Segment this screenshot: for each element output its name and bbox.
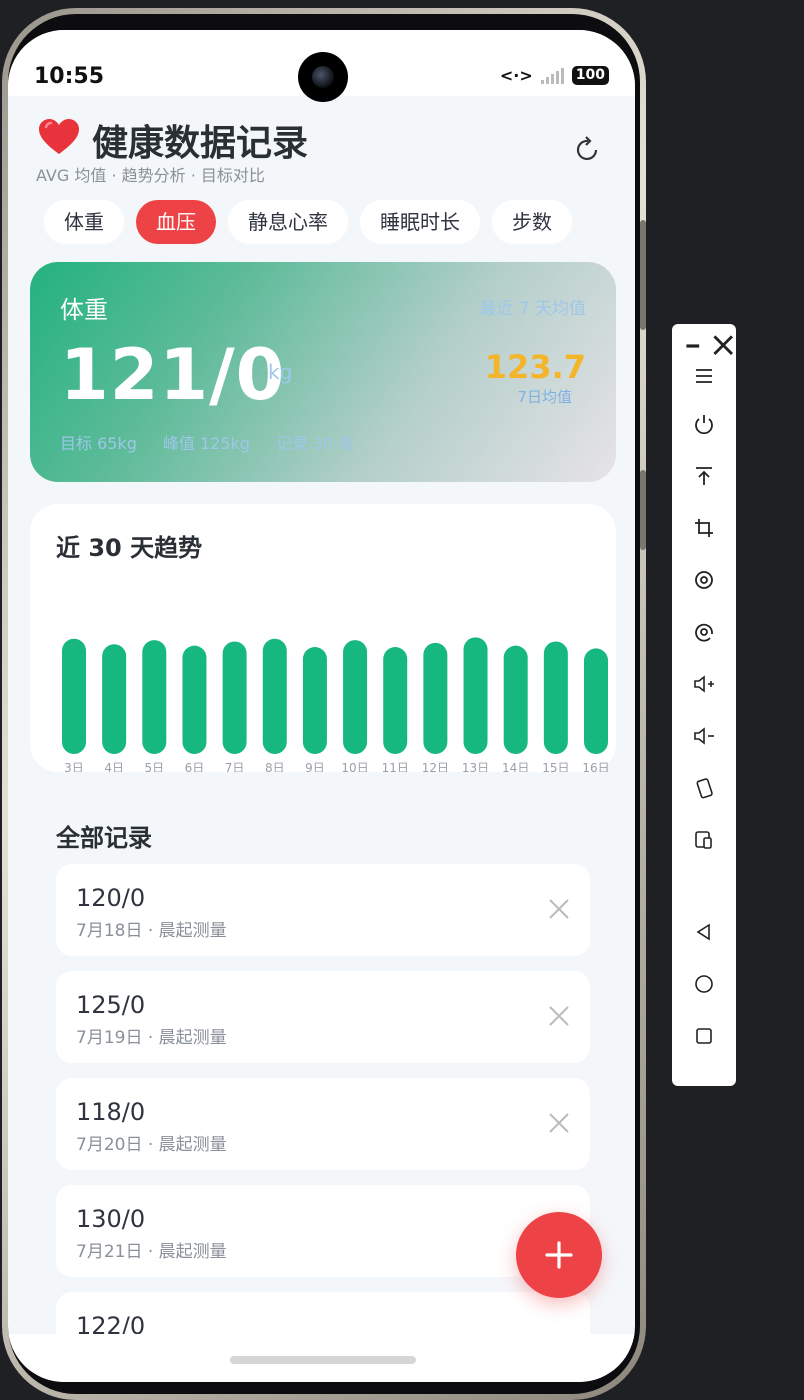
trend-bar xyxy=(463,637,488,754)
trend-x-label: 7日 xyxy=(225,761,245,772)
trend-bar xyxy=(584,648,608,754)
tab-weight[interactable]: 体重 xyxy=(44,200,124,244)
home-icon[interactable] xyxy=(688,968,720,1000)
volume-up-icon[interactable] xyxy=(688,668,720,700)
trend-x-label: 5日 xyxy=(144,761,164,772)
record-date: 7月20日 · 晨起测量 xyxy=(76,1135,227,1155)
tab-sleep-duration[interactable]: 睡眠时长 xyxy=(360,200,480,244)
status-bar: 10:55 <·> 100 xyxy=(8,30,635,102)
back-icon[interactable] xyxy=(688,916,720,948)
add-record-button[interactable] xyxy=(516,1212,602,1298)
summary-target: 目标 65kg xyxy=(60,434,137,453)
summary-avg-label: 7日均值 xyxy=(517,388,572,406)
trend-bar xyxy=(343,640,368,754)
trend-x-label: 3日 xyxy=(64,761,84,772)
record-item[interactable]: 120/0 7月18日 · 晨起测量 xyxy=(56,864,590,956)
heart-icon xyxy=(39,119,79,154)
trend-x-label: 6日 xyxy=(185,761,205,772)
screenshot-icon[interactable] xyxy=(688,616,720,648)
summary-meta: 目标 65kg 峰值 125kg 记录 30 条 xyxy=(60,430,354,454)
trend-bar xyxy=(383,647,408,754)
record-value: 130/0 xyxy=(76,1205,146,1233)
trend-bar xyxy=(423,642,448,754)
status-icons: <·> 100 xyxy=(500,66,609,85)
tab-resting-heart-rate[interactable]: 静息心率 xyxy=(228,200,348,244)
volume-button xyxy=(640,220,646,330)
battery-indicator: 100 xyxy=(571,66,609,85)
power-icon[interactable] xyxy=(688,408,720,440)
home-indicator[interactable] xyxy=(230,1356,416,1364)
record-value: 125/0 xyxy=(76,991,146,1019)
volume-down-icon[interactable] xyxy=(688,720,720,752)
metric-tabs: 体重 血压 静息心率 睡眠时长 步数 xyxy=(44,200,572,244)
recents-icon[interactable] xyxy=(688,1020,720,1052)
trend-bar xyxy=(222,641,247,754)
trend-bar xyxy=(62,638,86,754)
summary-count: 记录 30 条 xyxy=(275,434,355,453)
trend-bar xyxy=(543,641,568,754)
records-title: 全部记录 xyxy=(56,824,152,852)
app-title: 健康数据记录 xyxy=(92,123,309,164)
close-icon[interactable] xyxy=(708,330,734,356)
crop-icon[interactable] xyxy=(688,512,720,544)
record-item[interactable]: 125/0 7月19日 · 晨起测量 xyxy=(56,971,590,1063)
plus-icon xyxy=(545,1241,573,1269)
record-date: 7月19日 · 晨起测量 xyxy=(76,1028,227,1048)
trend-bar xyxy=(102,644,127,754)
trend-x-label: 16日 xyxy=(582,761,609,772)
summary-avg-value: 123.7 xyxy=(484,348,586,386)
signal-icon xyxy=(540,67,564,84)
close-icon[interactable] xyxy=(548,1005,570,1027)
refresh-icon[interactable] xyxy=(572,134,604,166)
trend-chart: 3日 4日 5日 6日 7日 8日 9日 10日 11日 12日 13日 14日 15日 16日 xyxy=(62,637,610,772)
tab-steps[interactable]: 步数 xyxy=(492,200,572,244)
navigation-bar xyxy=(8,1334,635,1382)
trend-x-label: 8日 xyxy=(265,761,285,772)
trend-x-label: 11日 xyxy=(382,761,409,772)
trend-x-label: 4日 xyxy=(104,761,124,772)
summary-value: 121/0 xyxy=(60,334,286,416)
close-icon[interactable] xyxy=(548,1112,570,1134)
trend-bar xyxy=(182,645,207,754)
summary-range: 最近 7 天均值 xyxy=(479,299,586,319)
trend-card: 近 30 天趋势 3日 4日 5日 6日 7日 8日 9日 10日 11日 12日 13日 14日 15… xyxy=(30,504,616,772)
app-screen: 10:55 <·> 100 健康数据记录 AVG 均值 · 趋势分析 · 目标对… xyxy=(8,30,635,1382)
trend-x-label: 14日 xyxy=(502,761,529,772)
trend-bar xyxy=(503,645,528,754)
trend-x-label: 15日 xyxy=(542,761,569,772)
record-value: 118/0 xyxy=(76,1098,146,1126)
rotate-icon[interactable] xyxy=(688,564,720,596)
data-transfer-icon: <·> xyxy=(499,66,533,85)
app-subtitle: AVG 均值 · 趋势分析 · 目标对比 xyxy=(36,166,265,185)
trend-x-label: 13日 xyxy=(462,761,489,772)
trend-bar xyxy=(142,640,167,754)
trend-bar xyxy=(262,638,287,754)
rotate-device-icon[interactable] xyxy=(688,772,720,804)
power-button xyxy=(640,470,646,550)
summary-metric: 体重 xyxy=(60,296,108,324)
pin-top-icon[interactable] xyxy=(688,460,720,492)
tab-blood-pressure[interactable]: 血压 xyxy=(136,200,216,244)
record-value: 120/0 xyxy=(76,884,146,912)
menu-icon[interactable] xyxy=(688,360,720,392)
summary-peak: 峰值 125kg xyxy=(162,434,250,453)
record-item[interactable]: 130/0 7月21日 · 晨起测量 xyxy=(56,1185,590,1277)
trend-x-label: 9日 xyxy=(305,761,325,772)
trend-x-label: 12日 xyxy=(422,761,449,772)
trend-bar xyxy=(302,647,327,754)
device-icon[interactable] xyxy=(688,824,720,856)
trend-x-label: 10日 xyxy=(341,761,368,772)
emulator-toolbar xyxy=(672,324,736,1086)
record-date: 7月18日 · 晨起测量 xyxy=(76,921,227,941)
close-icon[interactable] xyxy=(548,898,570,920)
app-header: 健康数据记录 AVG 均值 · 趋势分析 · 目标对比 xyxy=(36,114,606,185)
minimize-icon[interactable] xyxy=(680,330,700,350)
record-date: 7月21日 · 晨起测量 xyxy=(76,1242,227,1262)
summary-unit: kg xyxy=(268,360,293,384)
summary-card: 体重 最近 7 天均值 121/0 kg 123.7 7日均值 目标 65kg … xyxy=(30,262,616,482)
status-time: 10:55 xyxy=(34,64,105,89)
record-item[interactable]: 118/0 7月20日 · 晨起测量 xyxy=(56,1078,590,1170)
front-camera xyxy=(298,52,348,102)
